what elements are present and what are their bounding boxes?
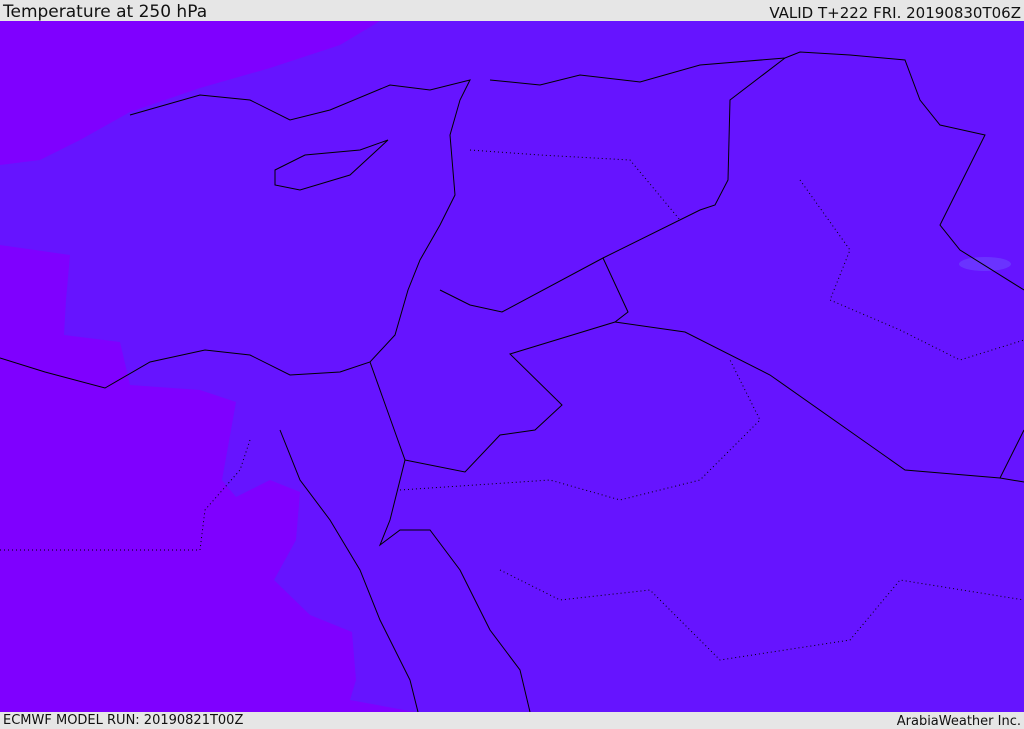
valid-time: VALID T+222 FRI. 20190830T06Z (769, 4, 1021, 22)
footer-bar: ECMWF MODEL RUN: 20190821T00Z ArabiaWeat… (0, 712, 1024, 729)
map-title: Temperature at 250 hPa (3, 2, 208, 22)
model-run: ECMWF MODEL RUN: 20190821T00Z (3, 713, 244, 728)
credit: ArabiaWeather Inc. (896, 714, 1021, 729)
header-bar: Temperature at 250 hPa VALID T+222 FRI. … (0, 0, 1024, 21)
warm-spot (959, 257, 1011, 271)
temperature-map (0, 21, 1024, 712)
